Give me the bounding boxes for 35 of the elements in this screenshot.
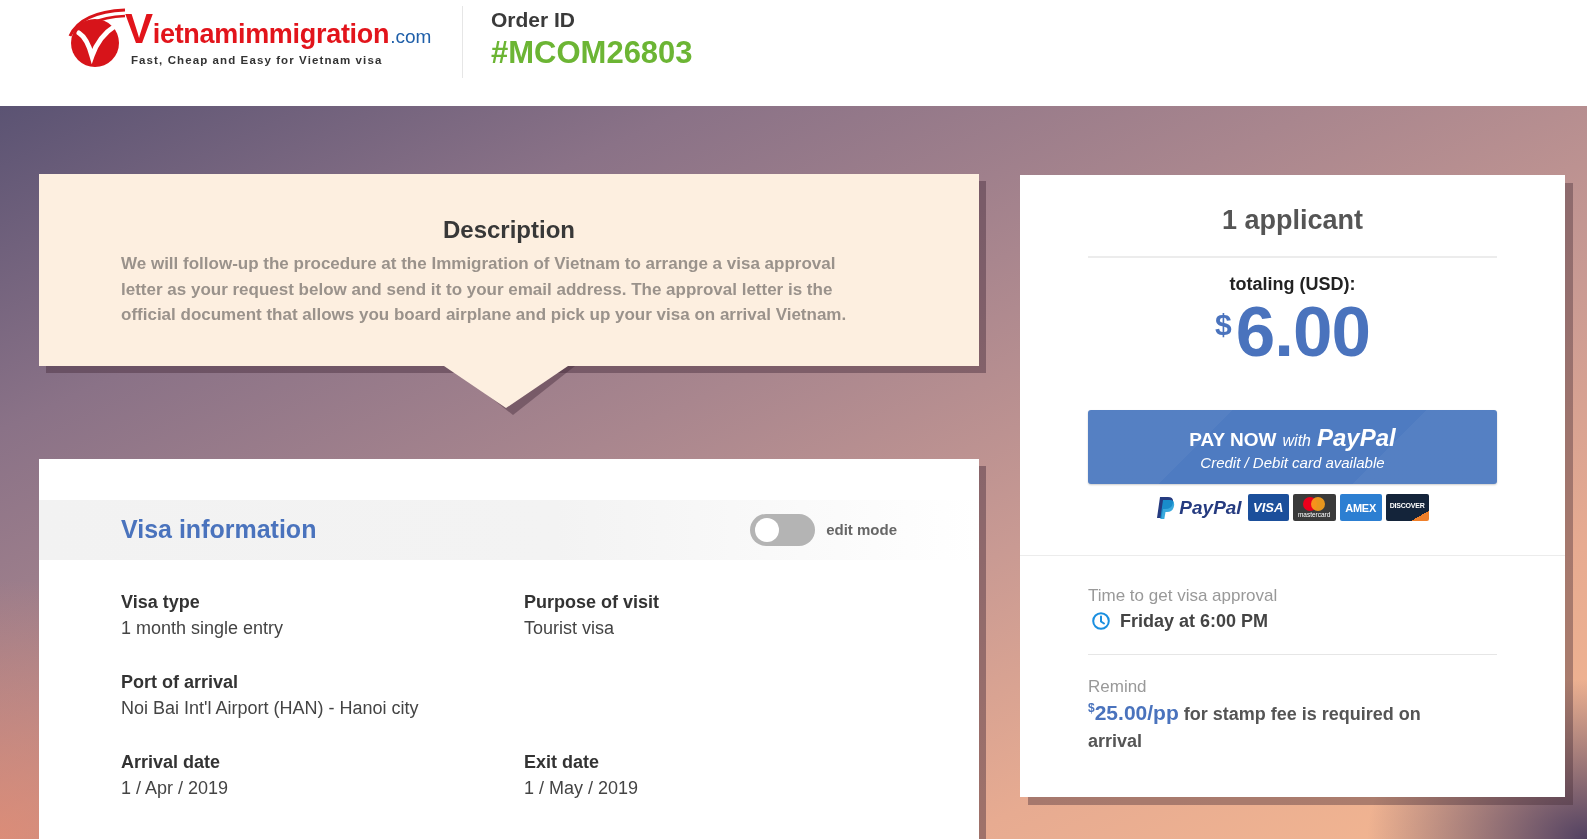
total-label: totaling (USD): bbox=[1229, 273, 1356, 296]
paypal-wordmark: PayPal bbox=[1179, 496, 1242, 519]
brand-name: Vietnamimmigration bbox=[125, 8, 390, 54]
field-label: Port of arrival bbox=[121, 670, 240, 694]
remind-label: Remind bbox=[1088, 676, 1148, 698]
order-id-label: Order ID bbox=[491, 7, 577, 33]
brand-tagline: Fast, Cheap and Easy for Vietnam visa bbox=[131, 53, 384, 66]
amex-logo: AMEX bbox=[1339, 494, 1382, 521]
edit-mode-label: edit mode bbox=[826, 521, 897, 538]
field-value: Tourist visa bbox=[524, 616, 616, 640]
field-value: 1 month single entry bbox=[121, 616, 285, 640]
field-value: 1 / May / 2019 bbox=[524, 776, 640, 800]
approval-time-label: Time to get visa approval bbox=[1088, 585, 1279, 607]
order-id-number: #MCOM26803 bbox=[491, 34, 693, 72]
approval-time-value: Friday at 6:00 PM bbox=[1120, 610, 1269, 633]
description-title: Description bbox=[442, 215, 576, 245]
description-text: We will follow-up the procedure at the Immigration of Vietnam to arrange a visa approval letter as your request below and send it to your email address. The approval letter is the official document that allows you board airplane and pick up your visa on arrival Vietnam. bbox=[121, 253, 848, 326]
field-value: Noi Bai Int'l Airport (HAN) - Hanoi city bbox=[121, 696, 420, 720]
logo-icon bbox=[67, 6, 127, 68]
field-label: Arrival date bbox=[121, 750, 222, 774]
field-label: Purpose of visit bbox=[524, 590, 661, 614]
stamp-fee-reminder: $^{$}$25.00/pp for stamp fee is required on arrival bbox=[1088, 700, 1422, 753]
overlapping-circles-icon bbox=[1303, 496, 1326, 511]
section-title: Visa information bbox=[121, 515, 317, 544]
visa-logo: VISA bbox=[1247, 494, 1289, 521]
paypal-monogram-icon bbox=[1156, 495, 1176, 520]
field-value: 1 / Apr / 2019 bbox=[121, 776, 230, 800]
applicant-count: 1 applicant bbox=[1221, 204, 1363, 237]
field-label: Visa type bbox=[121, 590, 201, 614]
pay-now-paypal-button[interactable]: PAY NOW with PayPal Credit / Debit card available bbox=[1088, 410, 1497, 484]
edit-mode-toggle[interactable] bbox=[750, 513, 816, 546]
clock-icon bbox=[1092, 612, 1110, 630]
total-price: $^{$}$6.00 bbox=[1215, 296, 1370, 368]
field-label: Exit date bbox=[524, 750, 601, 774]
brand-domain: .com bbox=[390, 25, 432, 48]
